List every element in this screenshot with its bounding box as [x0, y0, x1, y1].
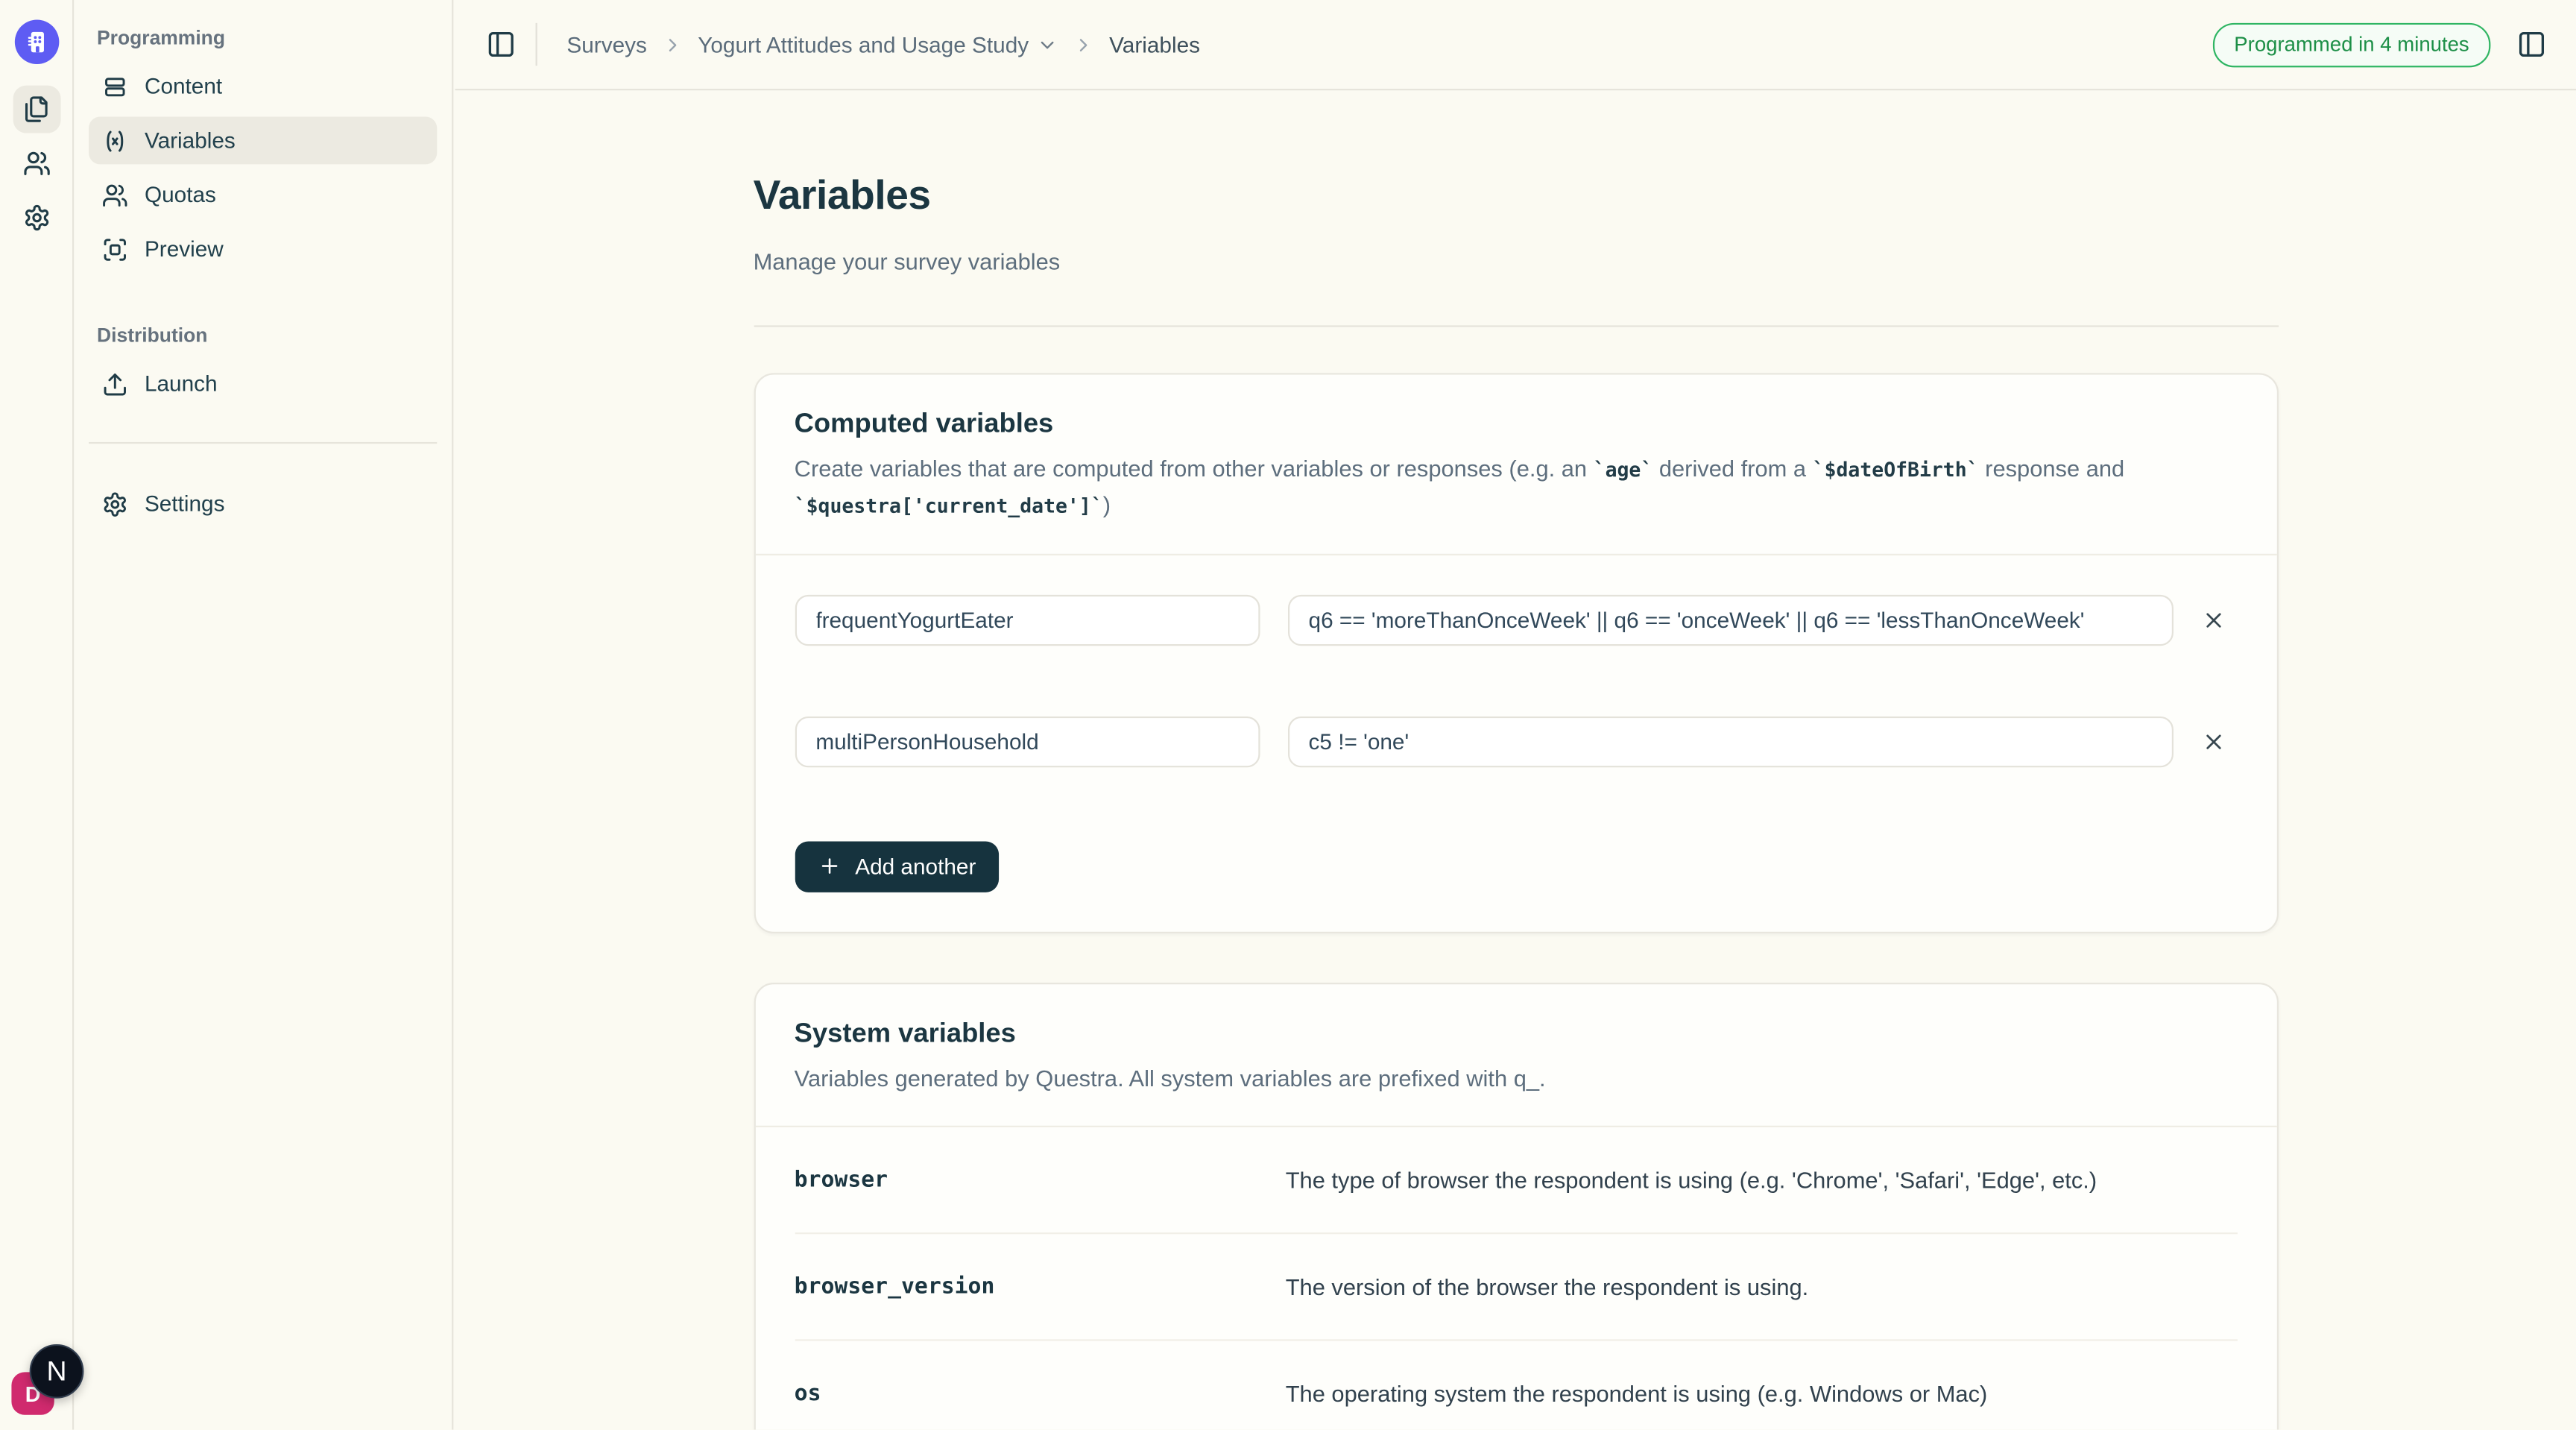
system-variables-description: Variables generated by Questra. All syst… — [795, 1061, 2237, 1095]
page-divider — [754, 324, 2278, 326]
nextjs-dev-indicator[interactable]: N — [30, 1344, 84, 1399]
remove-variable-button[interactable] — [2191, 596, 2237, 643]
code-token: `$questra['current_date']` — [795, 494, 1103, 517]
sidebar-item-label: Launch — [145, 371, 218, 396]
x-icon — [2201, 729, 2226, 754]
gear-icon — [22, 204, 50, 231]
page-subtitle: Manage your survey variables — [754, 248, 2278, 274]
chevron-down-icon — [1037, 34, 1058, 55]
sidebar-item-quotas[interactable]: Quotas — [89, 171, 437, 218]
breadcrumb-variables[interactable]: Variables — [1109, 32, 1200, 57]
main-area: Surveys Yogurt Attitudes and Usage Study… — [455, 0, 2576, 1430]
code-token: `age` — [1594, 458, 1653, 481]
topbar-divider — [536, 23, 537, 66]
computed-variable-row — [795, 594, 2237, 645]
system-variable-name: os — [795, 1379, 1286, 1405]
variable-name-input[interactable] — [795, 716, 1260, 766]
code-token: `$dateOfBirth` — [1813, 458, 1979, 481]
sidebar-item-content[interactable]: Content — [89, 63, 437, 110]
computed-variable-row — [795, 716, 2237, 766]
gear-icon — [102, 491, 128, 517]
add-another-button[interactable]: Add another — [795, 840, 1000, 891]
sidebar-item-variables[interactable]: Variables — [89, 116, 437, 164]
system-variables-title: System variables — [795, 1018, 2237, 1049]
breadcrumb-surveys[interactable]: Surveys — [566, 32, 647, 57]
system-variable-description: The operating system the respondent is u… — [1286, 1379, 1988, 1405]
rail-settings-button[interactable] — [13, 194, 60, 242]
page-scroll-area[interactable]: Variables Manage your survey variables C… — [455, 92, 2576, 1430]
sidebar-item-settings[interactable]: Settings — [89, 480, 437, 528]
chevron-right-icon — [1073, 34, 1095, 55]
add-another-label: Add another — [855, 854, 976, 878]
breadcrumb: Surveys Yogurt Attitudes and Usage Study… — [566, 32, 1200, 57]
sidebar-item-launch[interactable]: Launch — [89, 360, 437, 408]
rows-icon — [102, 73, 128, 99]
computed-variables-title: Computed variables — [795, 409, 2237, 440]
remove-variable-button[interactable] — [2191, 718, 2237, 764]
system-variable-row: browser The type of browser the responde… — [795, 1127, 2237, 1233]
page-title: Variables — [754, 172, 2278, 220]
files-icon — [22, 95, 50, 123]
sidebar-item-label: Settings — [145, 491, 225, 516]
programmed-time-badge: Programmed in 4 minutes — [2213, 22, 2491, 67]
breadcrumb-survey-name[interactable]: Yogurt Attitudes and Usage Study — [698, 32, 1058, 57]
system-variable-name: browser_version — [795, 1273, 1286, 1299]
system-variables-card: System variables Variables generated by … — [754, 982, 2278, 1430]
icon-rail — [0, 0, 74, 1430]
sidebar-item-preview[interactable]: Preview — [89, 225, 437, 273]
system-variable-description: The version of the browser the responden… — [1286, 1273, 1809, 1299]
sidebar-section-programming: Programming — [97, 26, 437, 49]
computed-variables-card: Computed variables Create variables that… — [754, 372, 2278, 933]
sidebar-section-distribution: Distribution — [97, 324, 437, 347]
sidebar-item-label: Variables — [145, 128, 236, 153]
x-icon — [2201, 607, 2226, 631]
computed-variables-description: Create variables that are computed from … — [795, 451, 2237, 523]
scan-icon — [102, 236, 128, 262]
rail-team-button[interactable] — [13, 139, 60, 187]
system-variable-name: browser — [795, 1166, 1286, 1192]
app-window: Programming Content Variables — [0, 0, 2576, 1430]
workspace-logo[interactable] — [14, 19, 59, 64]
variable-name-input[interactable] — [795, 594, 1260, 645]
building-icon — [22, 28, 50, 55]
panel-right-toggle-icon[interactable] — [2517, 30, 2547, 60]
variable-expression-input[interactable] — [1287, 716, 2173, 766]
users-icon — [22, 150, 50, 177]
plus-icon — [818, 854, 841, 878]
system-variable-row: os The operating system the respondent i… — [795, 1340, 2237, 1430]
variable-expression-input[interactable] — [1287, 594, 2173, 645]
function-x-icon — [102, 127, 128, 154]
users-icon — [102, 182, 128, 208]
rail-surveys-button[interactable] — [13, 86, 60, 133]
topbar: Surveys Yogurt Attitudes and Usage Study… — [455, 0, 2576, 90]
system-variable-description: The type of browser the respondent is us… — [1286, 1166, 2097, 1192]
sidebar-item-label: Quotas — [145, 183, 216, 207]
panel-left-toggle-icon[interactable] — [486, 30, 516, 60]
system-variable-row: browser_version The version of the brows… — [795, 1233, 2237, 1340]
upload-icon — [102, 371, 128, 397]
sidebar-item-label: Content — [145, 74, 222, 98]
sidebar-item-label: Preview — [145, 236, 224, 261]
chevron-right-icon — [662, 34, 684, 55]
sidebar-divider — [89, 442, 437, 444]
sidebar: Programming Content Variables — [74, 0, 453, 1430]
